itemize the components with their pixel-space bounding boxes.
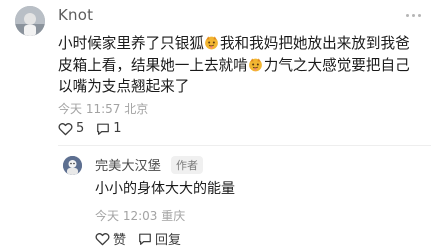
reply-meta: 今天 12:03 重庆 xyxy=(95,209,186,223)
smirk-emoji-icon xyxy=(248,57,263,72)
reply-reply-button[interactable]: 回复 xyxy=(138,229,181,248)
like-count: 5 xyxy=(76,121,85,136)
heart-icon xyxy=(95,232,110,245)
reply-actions: 赞 回复 xyxy=(95,229,193,248)
comment-text-part: 小时候家里养了只银狐 xyxy=(58,35,204,52)
reply-text: 小小的身体大大的能量 xyxy=(95,181,235,197)
author-badge: 作者 xyxy=(171,156,203,174)
comment-username[interactable]: Knot xyxy=(58,6,93,24)
heart-icon xyxy=(58,122,73,135)
reply-username[interactable]: 完美大汉堡 xyxy=(95,155,161,174)
more-dots-icon[interactable] xyxy=(404,6,422,24)
like-button[interactable]: 5 xyxy=(58,121,84,136)
reply-count: 1 xyxy=(113,121,122,136)
reply-icon xyxy=(97,123,110,135)
avatar[interactable] xyxy=(15,6,45,36)
smirk-emoji-icon xyxy=(204,35,219,50)
reply-button[interactable]: 1 xyxy=(96,121,122,136)
reply-like-button[interactable]: 赞 xyxy=(95,229,126,248)
reply-icon xyxy=(139,233,151,245)
divider xyxy=(58,145,431,146)
reply-reply-label: 回复 xyxy=(155,233,182,248)
reply-avatar[interactable] xyxy=(63,156,82,175)
reply-like-label: 赞 xyxy=(113,233,127,248)
comment-actions: 5 1 xyxy=(58,121,134,136)
comment-meta: 今天 11:57 北京 xyxy=(58,102,149,116)
comment-text: 小时候家里养了只银狐 我和我妈把她放出来放到我爸皮箱上看，结果她一上去就啃 力气之大… xyxy=(58,33,418,98)
